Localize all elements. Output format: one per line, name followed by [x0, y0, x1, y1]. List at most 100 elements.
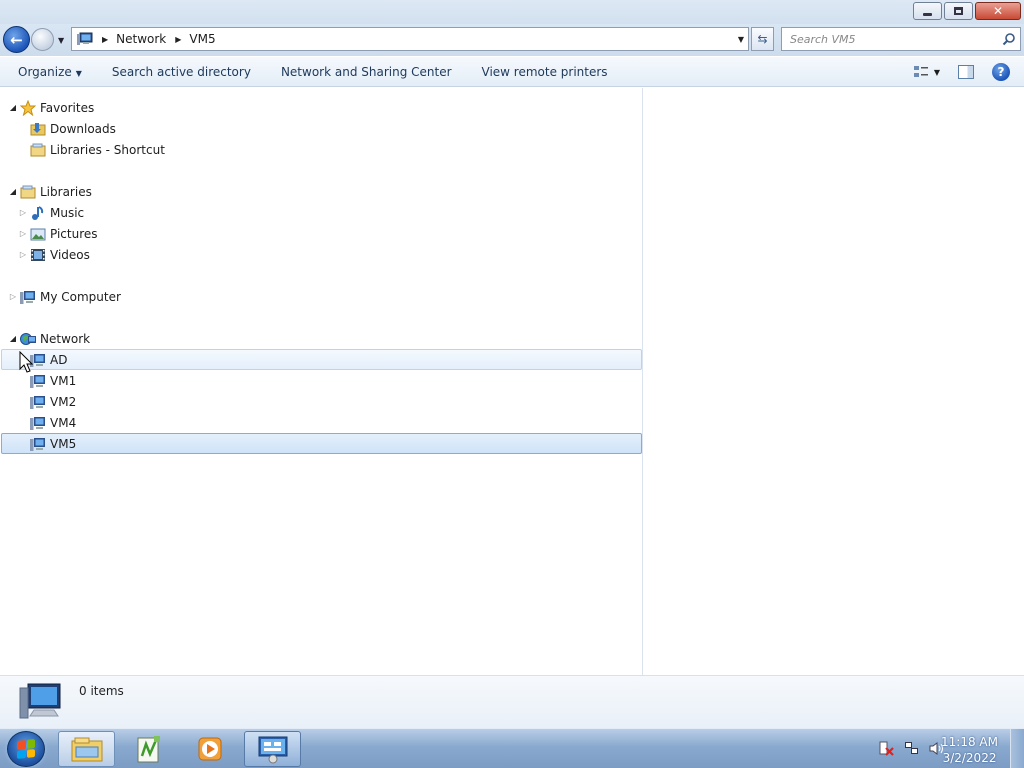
nav-item-downloads[interactable]: Downloads [30, 118, 116, 139]
collapse-arrow-icon[interactable]: ▷ [18, 229, 28, 238]
start-button[interactable] [7, 731, 45, 767]
restore-button[interactable] [944, 2, 973, 20]
computer-icon [20, 290, 35, 304]
close-button[interactable]: ✕ [975, 2, 1021, 20]
taskbar-explorer-button[interactable] [58, 731, 115, 767]
search-icon[interactable] [1002, 32, 1016, 46]
nav-item-vm2[interactable]: VM2 [30, 391, 76, 412]
taskbar-remote-desktop-button[interactable] [244, 731, 301, 767]
nav-item-vm5[interactable]: VM5 [30, 433, 76, 454]
item-count: 0 items [79, 684, 124, 698]
minimize-icon [923, 13, 932, 16]
breadcrumb-network[interactable]: Network [116, 32, 166, 46]
title-bar: ✕ [0, 0, 1024, 24]
system-tray [879, 741, 944, 756]
navigation-pane: ◢ Favorites Downloads Libraries - Shortc… [0, 88, 643, 675]
window-controls: ✕ [913, 2, 1021, 20]
favorites-label: Favorites [40, 100, 95, 115]
videos-icon [31, 248, 45, 261]
selection-highlight [1, 433, 642, 454]
forward-button[interactable] [31, 28, 54, 51]
nav-my-computer[interactable]: My Computer [20, 286, 121, 307]
show-desktop-button[interactable] [1010, 729, 1024, 768]
hover-highlight [1, 349, 642, 370]
search-box [781, 27, 1021, 51]
downloads-label: Downloads [50, 121, 116, 136]
nav-item-videos[interactable]: Videos [30, 244, 90, 265]
view-options-icon [913, 66, 928, 77]
help-icon[interactable]: ? [992, 63, 1010, 81]
collapse-arrow-icon[interactable]: ▷ [18, 208, 28, 217]
taskbar: 11:18 AM 3/2/2022 [0, 728, 1024, 768]
view-dropdown-icon[interactable]: ▼ [934, 68, 940, 77]
restore-icon [954, 7, 963, 15]
computer-icon [30, 374, 45, 388]
vm1-label: VM1 [50, 373, 77, 388]
computer-icon [19, 683, 61, 719]
minimize-button[interactable] [913, 2, 942, 20]
computer-icon [30, 416, 45, 430]
computer-icon [30, 437, 45, 451]
clock[interactable]: 11:18 AM 3/2/2022 [941, 734, 998, 766]
taskbar-notepadpp-button[interactable] [120, 731, 177, 767]
computer-icon [30, 395, 45, 409]
refresh-button[interactable]: ⇆ [751, 27, 774, 51]
expand-arrow-icon[interactable]: ◢ [8, 187, 18, 196]
back-arrow-icon: ← [10, 30, 23, 49]
network-label: Network [40, 331, 91, 346]
network-status-icon[interactable] [904, 741, 919, 756]
libraries-shortcut-label: Libraries - Shortcut [50, 142, 165, 157]
clock-time: 11:18 AM [941, 735, 998, 749]
collapse-arrow-icon[interactable]: ▷ [8, 292, 18, 301]
mouse-cursor-icon [19, 351, 33, 373]
nav-favorites[interactable]: Favorites [20, 97, 94, 118]
nav-item-ad[interactable]: AD [30, 349, 67, 370]
vm5-label: VM5 [50, 436, 77, 451]
view-remote-printers-button[interactable]: View remote printers [482, 61, 608, 83]
videos-label: Videos [50, 247, 90, 262]
computer-icon [77, 32, 93, 45]
organize-button[interactable]: Organize ▼ [18, 61, 82, 83]
breadcrumb-separator-icon[interactable]: ▶ [175, 35, 181, 44]
search-input[interactable] [782, 28, 982, 50]
libraries-label: Libraries [40, 184, 92, 199]
nav-libraries[interactable]: Libraries [20, 181, 92, 202]
nav-item-music[interactable]: Music [30, 202, 84, 223]
expand-arrow-icon[interactable]: ◢ [8, 103, 18, 112]
breadcrumb-separator-icon[interactable]: ▶ [102, 35, 108, 44]
network-sharing-center-button[interactable]: Network and Sharing Center [281, 61, 452, 83]
taskbar-media-player-button[interactable] [181, 731, 238, 767]
back-button[interactable]: ← [3, 26, 30, 53]
collapse-arrow-icon[interactable]: ▷ [18, 250, 28, 259]
history-dropdown-icon[interactable]: ▼ [58, 36, 64, 45]
breadcrumb-vm5[interactable]: VM5 [189, 32, 215, 46]
change-view-button[interactable]: ▼ [913, 65, 940, 79]
windows-logo-icon [17, 739, 35, 759]
nav-item-libraries-shortcut[interactable]: Libraries - Shortcut [30, 139, 165, 160]
action-center-alert-icon[interactable] [879, 741, 894, 756]
media-player-icon [198, 737, 221, 761]
music-label: Music [50, 205, 85, 220]
nav-network[interactable]: Network [20, 328, 90, 349]
ad-label: AD [50, 352, 68, 367]
content-pane[interactable] [644, 88, 1024, 675]
nav-item-vm1[interactable]: VM1 [30, 370, 76, 391]
refresh-icon: ⇆ [757, 32, 768, 46]
dropdown-arrow-icon: ▼ [75, 68, 82, 78]
address-bar[interactable]: ▶ Network ▶ VM5 ▼ [71, 27, 749, 51]
expand-arrow-icon[interactable]: ◢ [8, 334, 18, 343]
search-active-directory-button[interactable]: Search active directory [112, 61, 251, 83]
address-dropdown-icon[interactable]: ▼ [738, 35, 744, 44]
clock-date: 3/2/2022 [942, 751, 997, 765]
nav-item-pictures[interactable]: Pictures [30, 223, 98, 244]
libraries-shortcut-icon [30, 143, 46, 156]
folder-icon [71, 737, 102, 762]
notepad-plus-plus-icon [137, 736, 160, 763]
vm2-label: VM2 [50, 394, 77, 409]
music-icon [32, 205, 44, 220]
preview-pane-icon[interactable] [958, 65, 974, 79]
details-pane: 0 items [0, 675, 1024, 728]
vm4-label: VM4 [50, 415, 77, 430]
network-icon [20, 332, 36, 345]
nav-item-vm4[interactable]: VM4 [30, 412, 76, 433]
